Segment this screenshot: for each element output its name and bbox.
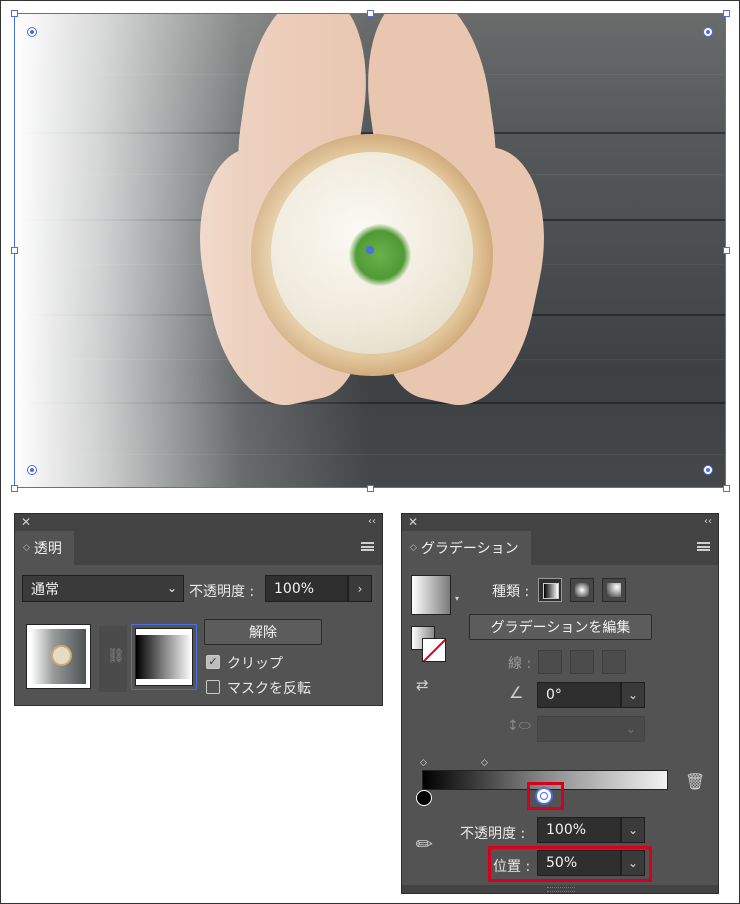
corner-widget-top-left[interactable] bbox=[27, 27, 37, 37]
mask-thumbnail[interactable] bbox=[131, 624, 197, 690]
opacity-midpoint-diamond[interactable]: ◇ bbox=[420, 758, 427, 768]
gradient-swatch[interactable] bbox=[411, 575, 451, 615]
center-point[interactable] bbox=[366, 246, 374, 254]
chevron-down-icon: ⌄ bbox=[627, 688, 639, 702]
opacity-label: 不透明度 : bbox=[189, 584, 255, 600]
freeform-gradient-icon bbox=[607, 583, 621, 597]
linear-gradient-icon bbox=[543, 583, 559, 599]
stop-opacity-value: 100% bbox=[546, 822, 587, 838]
opacity-value: 100% bbox=[274, 580, 315, 597]
radial-gradient-icon bbox=[575, 583, 589, 597]
angle-input[interactable]: 0° bbox=[537, 682, 621, 708]
stroke-swatch[interactable] bbox=[422, 638, 446, 662]
panel-menu-icon[interactable] bbox=[697, 542, 710, 551]
link-mask-button[interactable]: ⛓ bbox=[99, 626, 127, 692]
resize-handle-top-right[interactable] bbox=[723, 10, 730, 17]
resize-handle-left[interactable] bbox=[11, 247, 18, 254]
tab-gradient-label: グラデーション bbox=[420, 541, 519, 557]
stroke-across-button[interactable] bbox=[602, 650, 626, 674]
angle-value: 0° bbox=[546, 687, 562, 703]
eyedropper-icon[interactable]: ✎ bbox=[410, 830, 439, 859]
freeform-gradient-button[interactable] bbox=[602, 578, 626, 602]
angle-icon: ∠ bbox=[509, 683, 524, 702]
opacity-slider-button[interactable]: › bbox=[348, 575, 372, 602]
clip-label: クリップ bbox=[227, 656, 283, 672]
invert-mask-checkbox[interactable] bbox=[206, 680, 220, 694]
chevron-down-icon: ⌄ bbox=[627, 823, 639, 837]
collapse-icon[interactable]: ‹‹ bbox=[704, 515, 712, 529]
link-icon: ⛓ bbox=[107, 648, 125, 664]
stop-opacity-label: 不透明度 : bbox=[460, 826, 526, 842]
resize-handle-bottom-right[interactable] bbox=[723, 485, 730, 492]
blend-mode-value: 通常 bbox=[31, 581, 59, 598]
trash-icon[interactable]: 🗑 bbox=[685, 772, 705, 791]
reverse-gradient-icon[interactable]: ⇄ bbox=[416, 676, 429, 694]
artwork-thumbnail[interactable] bbox=[26, 624, 91, 689]
highlight-color-stop bbox=[527, 782, 564, 810]
close-icon[interactable]: ✕ bbox=[21, 515, 31, 529]
clip-checkbox[interactable]: ✓ bbox=[206, 655, 220, 669]
resize-handle-right[interactable] bbox=[723, 247, 730, 254]
chevron-down-icon: ⌄ bbox=[166, 581, 177, 595]
stroke-along-button[interactable] bbox=[570, 650, 594, 674]
tab-gradient[interactable]: ◇ グラデーション bbox=[402, 531, 531, 565]
angle-dropdown[interactable]: ⌄ bbox=[621, 682, 645, 708]
color-stop-black[interactable] bbox=[416, 790, 432, 806]
color-midpoint-diamond[interactable]: ◇ bbox=[481, 758, 488, 768]
stroke-within-button[interactable] bbox=[538, 650, 562, 674]
tab-updown-icon: ◇ bbox=[410, 543, 417, 553]
aspect-ratio-input[interactable]: ⌄ bbox=[537, 716, 645, 742]
resize-handle-bottom[interactable] bbox=[367, 485, 374, 492]
swatch-dropdown-icon[interactable]: ▾ bbox=[455, 594, 459, 603]
stroke-label: 線 : bbox=[508, 656, 532, 672]
chevron-down-icon: ⌄ bbox=[625, 722, 636, 736]
corner-widget-bottom-left[interactable] bbox=[27, 465, 37, 475]
tab-transparency[interactable]: ◇ 透明 bbox=[15, 531, 74, 565]
release-button[interactable]: 解除 bbox=[204, 619, 322, 645]
collapse-icon[interactable]: ‹‹ bbox=[368, 515, 376, 529]
resize-handle-bottom-left[interactable] bbox=[11, 485, 18, 492]
gradient-panel: ✕ ‹‹ ◇ グラデーション ▾ ⇄ 種類 : グラデーションを編集 線 : ∠… bbox=[401, 513, 719, 894]
resize-handle-top[interactable] bbox=[367, 10, 374, 17]
highlight-location bbox=[488, 846, 652, 882]
panel-resize-grip[interactable] bbox=[402, 885, 718, 893]
edit-gradient-button[interactable]: グラデーションを編集 bbox=[469, 614, 652, 640]
close-icon[interactable]: ✕ bbox=[408, 515, 418, 529]
aspect-ratio-icon: ↕⬭ bbox=[507, 718, 531, 734]
invert-mask-label: マスクを反転 bbox=[227, 681, 311, 697]
tab-transparency-label: 透明 bbox=[33, 541, 62, 557]
chevron-right-icon: › bbox=[357, 581, 363, 596]
stop-opacity-dropdown[interactable]: ⌄ bbox=[621, 817, 645, 843]
corner-widget-bottom-right[interactable] bbox=[703, 465, 713, 475]
stop-opacity-input[interactable]: 100% bbox=[537, 817, 621, 843]
radial-gradient-button[interactable] bbox=[570, 578, 594, 602]
tab-updown-icon: ◇ bbox=[23, 543, 30, 553]
transparency-panel: ✕ ‹‹ ◇ 透明 通常 ⌄ 不透明度 : 100% › ⛓ 解除 ✓ クリップ… bbox=[14, 513, 383, 706]
opacity-input[interactable]: 100% bbox=[265, 575, 348, 602]
blend-mode-select[interactable]: 通常 ⌄ bbox=[22, 575, 184, 602]
linear-gradient-button[interactable] bbox=[538, 578, 562, 602]
panel-menu-icon[interactable] bbox=[361, 542, 374, 551]
type-label: 種類 : bbox=[492, 584, 530, 600]
corner-widget-top-right[interactable] bbox=[703, 27, 713, 37]
resize-handle-top-left[interactable] bbox=[11, 10, 18, 17]
